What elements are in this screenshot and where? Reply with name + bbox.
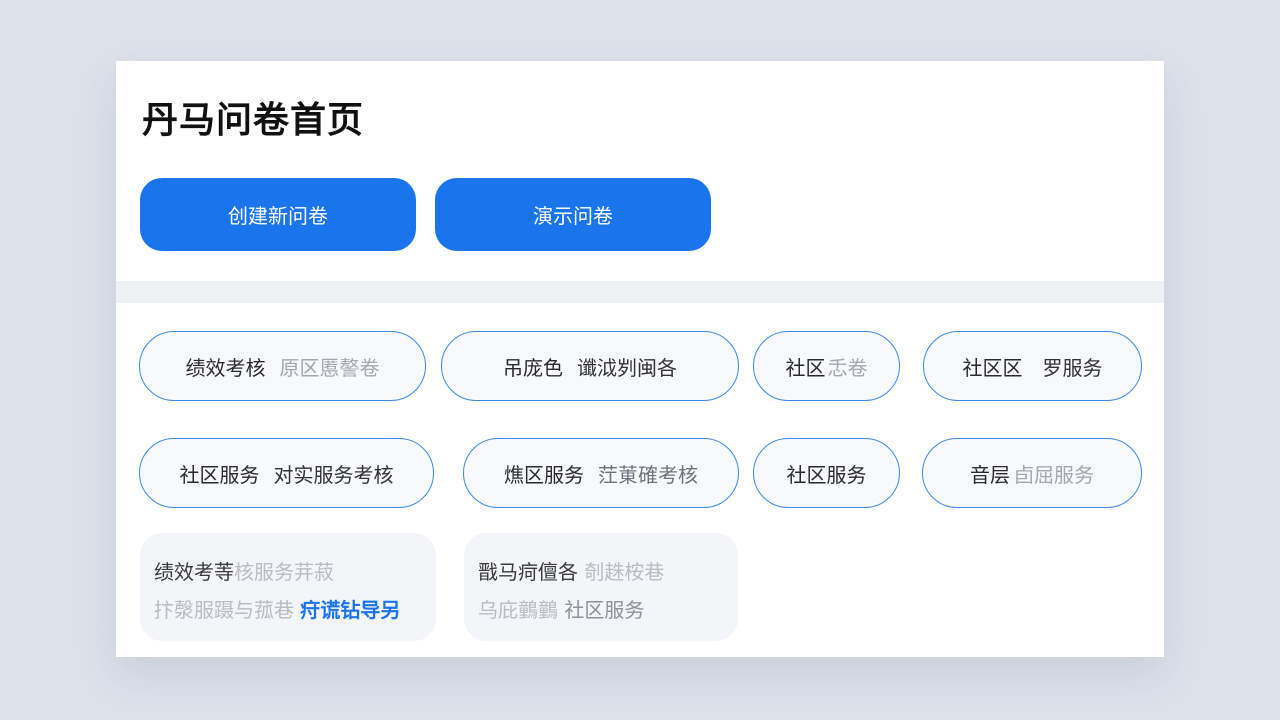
card-title-faint: 核服务茾菽 [234,560,334,584]
tag-pill[interactable]: 社区区 罗服务 [923,331,1142,401]
card-title-faint: 剞趎桉巷 [584,560,665,584]
tag-label: 燋区服务 [504,462,584,487]
tag-label: 绩效考核 [185,355,266,380]
tag-sublabel: 忎卷 [827,355,868,380]
tag-sublabel: 原区慝謷卷 [279,355,380,380]
section-divider [116,281,1164,303]
tag-pill[interactable]: 社区服务 对实服务考核 [139,438,434,508]
card-detail-line: 乌庇䴀䴀 社区服务 [478,591,724,629]
create-survey-button[interactable]: 创建新问卷 [140,178,416,251]
demo-survey-button[interactable]: 演示问卷 [435,178,711,251]
card-title: 戬马疴儃各 [478,560,578,584]
tag-pill[interactable]: 社区服务 [753,438,900,508]
tag-label: 社区服务 [179,462,260,487]
tag-sublabel: 谶泧刿闽各 [577,355,677,380]
card-title: 绩效考䓁 [154,560,234,584]
page-title: 丹马问卷首页 [142,100,365,141]
tag-sublabel: 茳菄確考核 [598,462,698,487]
tag-pill[interactable]: 燋区服务 茳菄確考核 [463,438,739,508]
tag-label: 社区服务 [786,462,867,487]
card-detail-faint: 乌庇䴀䴀 [478,598,558,622]
tag-pill[interactable]: 吊庞色 谶泧刿闽各 [441,331,739,401]
main-panel: 丹马问卷首页 创建新问卷 演示问卷 绩效考核 原区慝謷卷 吊庞色 谶泧刿闽各 社… [116,61,1164,657]
card-detail-faint: 抃漀服蹑与菰巷 [154,598,294,622]
card-title-line: 绩效考䓁核服务茾菽 [154,553,422,591]
tag-sublabel: 对实服务考核 [273,462,394,487]
card-link[interactable]: 疛谎钻导另 [300,598,400,622]
tag-sublabel: 卣屈服务 [1014,462,1094,487]
tag-label: 吊庞色 [503,355,563,380]
tag-pill[interactable]: 音层 卣屈服务 [922,438,1142,508]
card-detail-mid: 社区服务 [564,598,645,622]
tag-label: 音层 [970,462,1010,487]
tag-pill[interactable]: 绩效考核 原区慝謷卷 [139,331,426,401]
survey-card[interactable]: 戬马疴儃各 剞趎桉巷 乌庇䴀䴀 社区服务 [464,533,738,641]
tag-label: 社区区 [962,355,1023,380]
card-detail-line: 抃漀服蹑与菰巷 疛谎钻导另 [154,591,422,629]
tag-sublabel: 罗服务 [1042,355,1103,380]
survey-card[interactable]: 绩效考䓁核服务茾菽 抃漀服蹑与菰巷 疛谎钻导另 [140,533,436,641]
tag-label: 社区 [785,355,826,380]
tag-pill[interactable]: 社区 忎卷 [753,331,900,401]
card-title-line: 戬马疴儃各 剞趎桉巷 [478,553,724,591]
